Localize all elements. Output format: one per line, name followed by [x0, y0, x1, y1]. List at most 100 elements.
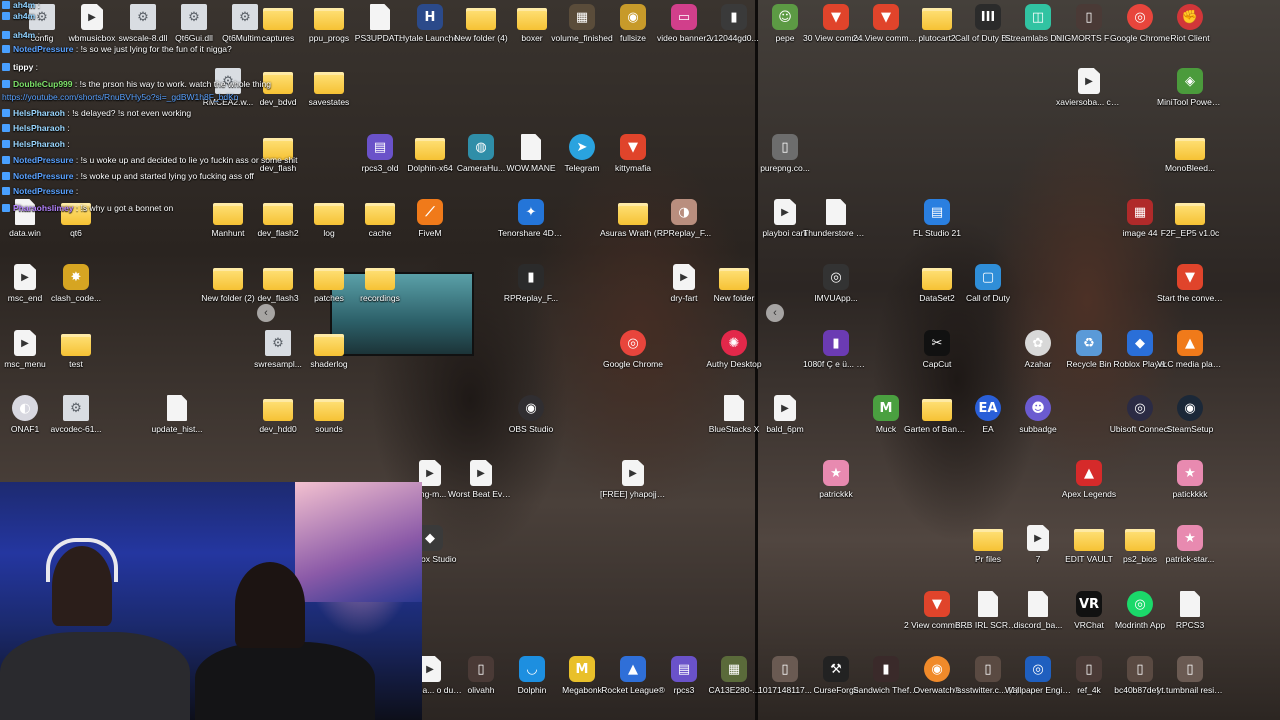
app-icon: ◎: [1127, 4, 1153, 30]
folder-icon: [1125, 529, 1155, 551]
desktop-icon-fivem[interactable]: ⟋ FiveM: [397, 195, 463, 261]
folder-icon: [213, 268, 243, 290]
chat-username[interactable]: NotedPressure: [13, 186, 73, 196]
chat-username[interactable]: HelsPharaoh: [13, 108, 65, 118]
desktop-icon-avcodec-61[interactable]: ⚙ avcodec-61...: [43, 391, 109, 457]
desktop-icon-patickkkk[interactable]: ★ patickkkk: [1157, 456, 1223, 522]
desktop-icon-bald-6pm[interactable]: ▶ bald_6pm: [752, 391, 818, 457]
desktop-icon-subbadge[interactable]: ☻ subbadge: [1005, 391, 1071, 457]
chat-message: Pharaohslimey : !s why u got a bonnet on: [2, 203, 173, 214]
folder-icon: [314, 268, 344, 290]
desktop-icon-label: xaviersoba... crisp dubs ...: [1056, 97, 1122, 107]
desktop-icon-authy-desktop[interactable]: ✺ Authy Desktop: [701, 326, 767, 392]
desktop-icon-shaderlog[interactable]: shaderlog: [296, 326, 362, 392]
video-file-icon: ▶: [14, 264, 36, 290]
desktop-icon-rpreplay-f[interactable]: ◑ RPReplay_F...: [651, 195, 717, 261]
chat-username[interactable]: NotedPressure: [13, 171, 73, 181]
desktop-icon-label: Start the conversation: [1157, 293, 1223, 303]
desktop-icon-google-chrome[interactable]: ◎ Google Chrome: [600, 326, 666, 392]
folder-icon: [314, 334, 344, 356]
desktop-icon-new-folder[interactable]: New folder: [701, 260, 767, 326]
chat-link[interactable]: https://youtube.com/shorts/RnuBVHy5o?si=…: [2, 92, 238, 102]
chat-message-text: !s delayed? !s not even working: [72, 108, 192, 118]
app-icon: ✿: [1025, 330, 1051, 356]
chat-username[interactable]: ah4m: [13, 0, 35, 10]
desktop-icon-test[interactable]: test: [43, 326, 109, 392]
app-icon: ▯: [772, 134, 798, 160]
desktop-icon-rpcs3[interactable]: RPCS3: [1157, 587, 1223, 653]
app-icon: ◎: [1127, 395, 1153, 421]
chat-username[interactable]: DoubleCup999: [13, 79, 73, 89]
desktop-icon-label: patickkkk: [1172, 489, 1208, 499]
desktop-icon-patrick-star[interactable]: ★ patrick-star...: [1157, 521, 1223, 587]
desktop-icon-yt-tumbnail-resize[interactable]: ▯ yt tumbnail resize: [1157, 652, 1223, 718]
file-icon: [826, 199, 846, 225]
chat-username[interactable]: ah4m: [13, 30, 35, 40]
chat-username[interactable]: NotedPressure: [13, 44, 73, 54]
desktop-icon-label: FiveM: [418, 228, 442, 238]
chat-badge-icon: [2, 156, 10, 164]
app-icon: ▼: [823, 4, 849, 30]
desktop-icon-tenorshare-4ddig[interactable]: ✦ Tenorshare 4DDiG: [498, 195, 564, 261]
desktop-icon-label: Tenorshare 4DDiG: [498, 228, 564, 238]
folder-icon: [365, 268, 395, 290]
app-icon: ★: [1177, 460, 1203, 486]
desktop-icon-1080f-e-facebook-p[interactable]: ▮ 1080f Ç e ü... Facebook P...: [803, 326, 869, 392]
desktop-icon-thunderstore-mod-mana[interactable]: Thunderstore Mod Mana...: [803, 195, 869, 261]
chat-username[interactable]: Pharaohslimey: [13, 203, 73, 213]
desktop-icon-capcut[interactable]: ✂ CapCut: [904, 326, 970, 392]
chat-username[interactable]: tippy: [13, 62, 33, 72]
desktop-icon-label: New folder: [713, 293, 755, 303]
desktop-icon-kittymafia[interactable]: ▼ kittymafia: [600, 130, 666, 196]
folder-icon: [61, 334, 91, 356]
desktop-icon-label: subbadge: [1019, 424, 1057, 434]
desktop-icon-label: MonoBleed...: [1164, 163, 1216, 173]
app-icon: ◑: [671, 199, 697, 225]
desktop-icon-recordings[interactable]: recordings: [347, 260, 413, 326]
desktop-icon-sounds[interactable]: sounds: [296, 391, 362, 457]
chat-separator: :: [35, 11, 40, 21]
app-icon: ◎: [823, 264, 849, 290]
desktop-icon-start-the-conversation[interactable]: ▼ Start the conversation: [1157, 260, 1223, 326]
desktop-icon-free-yhapojj-x[interactable]: ▶ [FREE] yhapojj x ...: [600, 456, 666, 522]
desktop-icon-vlc-media-player[interactable]: ▲ VLC media player: [1157, 326, 1223, 392]
desktop-icon-clash-code[interactable]: ✸ clash_code...: [43, 260, 109, 326]
desktop-icon-apex-legends[interactable]: ▲ Apex Legends: [1056, 456, 1122, 522]
desktop-icon-minitool-power-data[interactable]: ◈ MiniTool Power Data ...: [1157, 64, 1223, 130]
desktop-icon-obs-studio[interactable]: ◉ OBS Studio: [498, 391, 564, 457]
desktop-icon-riot-client[interactable]: ✊ Riot Client: [1157, 0, 1223, 66]
chat-username[interactable]: HelsPharaoh: [13, 123, 65, 133]
folder-icon: [922, 268, 952, 290]
desktop-icon-imvuapp[interactable]: ◎ IMVUApp...: [803, 260, 869, 326]
chat-message: NotedPressure :: [2, 186, 78, 197]
settings-file-icon: ⚙: [265, 330, 291, 356]
desktop-icon-worst-beat-ever-creat[interactable]: ▶ Worst Beat Ever Creat...: [448, 456, 514, 522]
desktop-icon-steamsetup[interactable]: ◉ SteamSetup: [1157, 391, 1223, 457]
desktop-icon-fl-studio-21[interactable]: ▤ FL Studio 21: [904, 195, 970, 261]
desktop-icon-xaviersoba-crisp-dubs[interactable]: ▶ xaviersoba... crisp dubs ...: [1056, 64, 1122, 130]
app-icon: ▤: [367, 134, 393, 160]
desktop-icon-label: patrickkk: [819, 489, 853, 499]
webcam-overlay: [0, 482, 422, 720]
desktop-icon-call-of-duty[interactable]: ▢ Call of Duty: [955, 260, 1021, 326]
desktop-icon-purepng-co[interactable]: ▯ purepng.co...: [752, 130, 818, 196]
chat-username[interactable]: ah4m: [13, 11, 35, 21]
app-icon: ▼: [1177, 264, 1203, 290]
file-icon: [978, 591, 998, 617]
desktop-icon-patrickkk[interactable]: ★ patrickkk: [803, 456, 869, 522]
chat-username[interactable]: NotedPressure: [13, 155, 73, 165]
desktop-icon-monobleed[interactable]: MonoBleed...: [1157, 130, 1223, 196]
app-icon: ★: [823, 460, 849, 486]
chat-separator: :: [64, 123, 70, 133]
prev-arrow-right[interactable]: ‹: [766, 304, 784, 322]
chat-badge-icon: [2, 80, 10, 88]
desktop-icon-f2f-ep5-v1-0c[interactable]: F2F_EP5 v1.0c: [1157, 195, 1223, 261]
app-icon: ◉: [1177, 395, 1203, 421]
chat-message-text: !s the prson his way to work. watch the …: [79, 79, 271, 89]
desktop-icon-rpreplay-f[interactable]: ▮ RPReplay_F...: [498, 260, 564, 326]
app-icon: ★: [1177, 525, 1203, 551]
app-icon: ☻: [1025, 395, 1051, 421]
chat-username[interactable]: HelsPharaoh: [13, 139, 65, 149]
app-icon: ◡: [519, 656, 545, 682]
desktop-icon-update-hist[interactable]: update_hist...: [144, 391, 210, 457]
